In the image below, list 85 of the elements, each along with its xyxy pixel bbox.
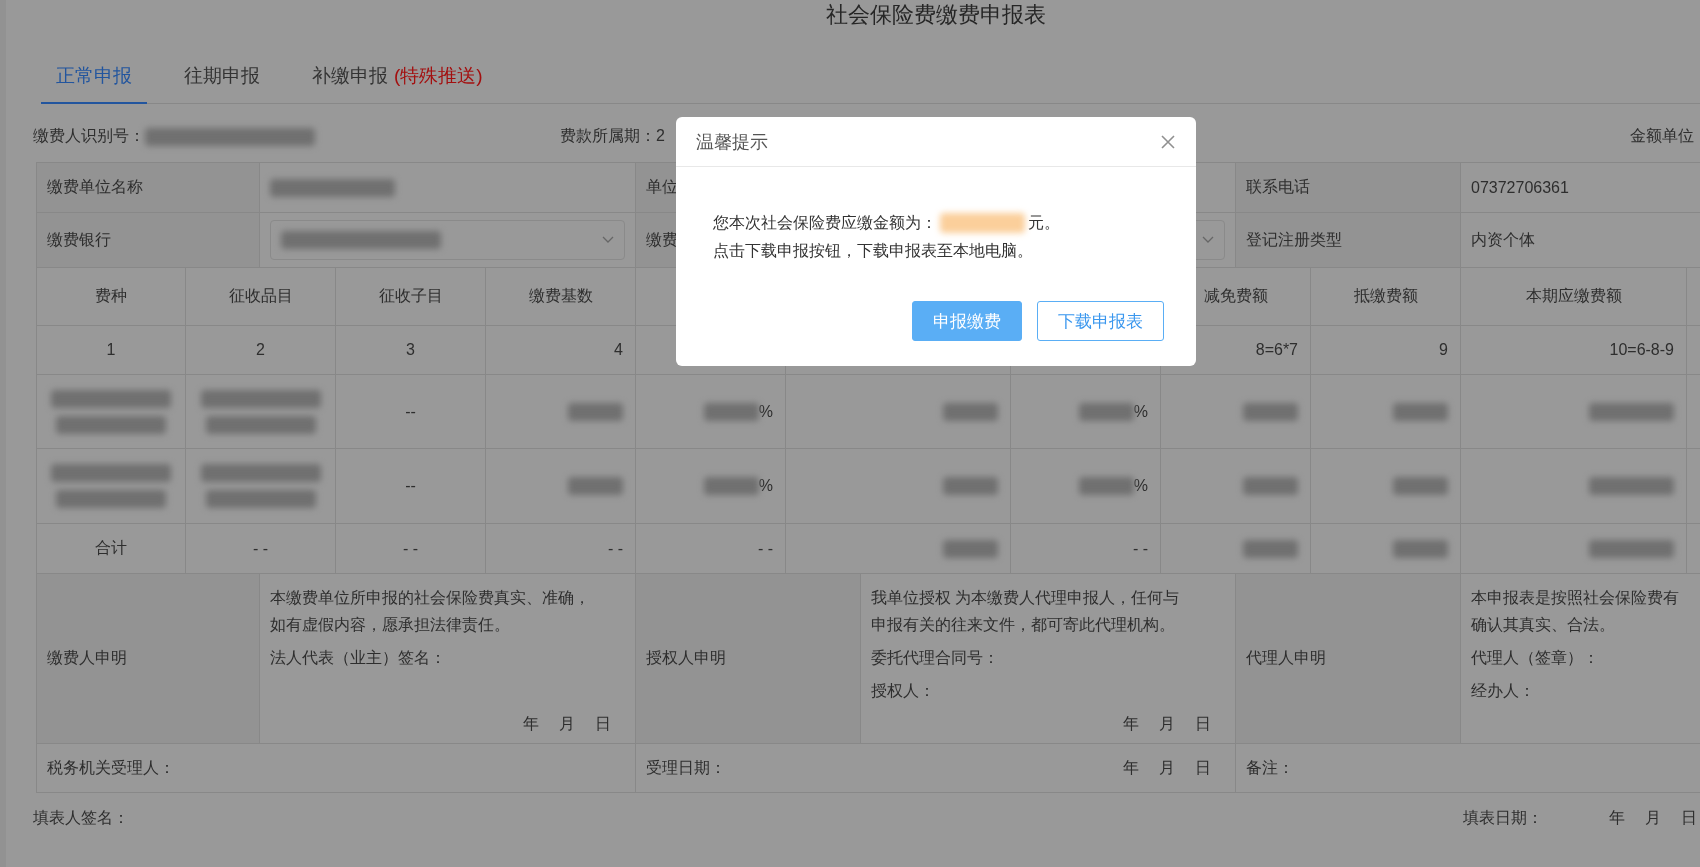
column-header: 抵缴费额 <box>1311 268 1461 326</box>
close-icon[interactable] <box>1160 133 1176 150</box>
chevron-down-icon <box>1202 236 1214 244</box>
redacted-value <box>943 402 998 421</box>
redacted-value <box>703 402 759 421</box>
dialog-title: 温馨提示 <box>696 130 768 154</box>
field-label: 联系电话 <box>1236 163 1461 213</box>
redacted-value <box>1243 402 1298 421</box>
download-button[interactable]: 下载申报表 <box>1037 301 1164 341</box>
column-index: 9 <box>1311 326 1461 375</box>
field-value: 07372706361 <box>1461 163 1700 213</box>
percent-sign: % <box>758 402 773 421</box>
percent-sign: % <box>1133 477 1148 495</box>
date-label: 日 <box>1681 807 1697 828</box>
redacted-value <box>1243 477 1298 495</box>
field-label: 缴费单位名称 <box>37 163 260 213</box>
amount-unit-label: 金额单位 <box>1630 126 1694 146</box>
redacted-value <box>1078 477 1134 495</box>
field-label: 缴费银行 <box>37 213 260 268</box>
column-index: 4 <box>486 326 636 375</box>
percent-sign: % <box>1133 402 1148 421</box>
column-index: 3 <box>336 326 486 375</box>
column-header: 本期应缴费额 <box>1461 268 1687 326</box>
tab[interactable]: 正常申报 <box>41 50 147 104</box>
amount-unit-text: 元。 <box>1028 213 1060 233</box>
field-value: 内资个体 <box>1461 213 1700 268</box>
date-label: 日 <box>595 714 611 734</box>
fill-date-label: 填表日期： <box>1463 807 1543 828</box>
date-label: 月 <box>1159 757 1175 778</box>
redacted-value <box>943 477 998 495</box>
date-label: 年 <box>1123 714 1139 734</box>
statement-text: 本申报表是按照社会保险费有 确认其真实、合法。 <box>1471 588 1679 635</box>
column-index: 10=6-8-9 <box>1461 326 1687 375</box>
table-cell: - - <box>486 524 636 574</box>
section-label: 代理人申明 <box>1236 574 1461 744</box>
statement-text: 本缴费单位所申报的社会保险费真实、准确， 如有虚假内容，愿承担法律责任。 <box>270 588 590 635</box>
submit-button[interactable]: 申报缴费 <box>912 301 1022 341</box>
handler-label: 税务机关受理人： <box>47 757 175 778</box>
column-index: 2 <box>186 326 336 375</box>
signature-label: 授权人： <box>871 681 935 701</box>
column-header: 征收品目 <box>186 268 336 326</box>
signature-label: 代理人（签章）： <box>1471 648 1599 668</box>
date-label: 日 <box>1195 757 1211 778</box>
date-label: 月 <box>1159 714 1175 734</box>
payer-id-label: 缴费人识别号： <box>33 126 145 146</box>
filler-signature-label: 填表人签名： <box>33 808 129 826</box>
column-index: 1 <box>37 326 186 375</box>
section-label: 缴费人申明 <box>37 574 260 744</box>
redacted-value <box>943 539 998 558</box>
redacted-value <box>703 477 759 495</box>
signature-label: 委托代理合同号： <box>871 648 999 668</box>
tab[interactable]: 补缴申报 (特殊推送) <box>297 50 498 104</box>
chevron-down-icon <box>602 236 614 244</box>
column-header: 征收子目 <box>336 268 486 326</box>
dropdown-field[interactable] <box>270 220 625 260</box>
redacted-value <box>568 402 623 421</box>
date-label: 月 <box>559 714 575 734</box>
field-label: 登记注册类型 <box>1236 213 1461 268</box>
tab[interactable]: 往期申报 <box>169 50 275 104</box>
page-title: 社会保险费缴费申报表 <box>826 2 1046 27</box>
redacted-value <box>1393 539 1448 558</box>
statement-text: 我单位授权 为本缴费人代理申报人，任何与 申报有关的往来文件，都可寄此代理机构。 <box>871 588 1180 635</box>
signature-label: 经办人： <box>1471 681 1535 701</box>
table-cell: - - <box>336 524 486 574</box>
remarks-label: 备注： <box>1246 757 1294 778</box>
date-label: 年 <box>523 714 539 734</box>
redacted-value <box>1393 477 1448 495</box>
period-label: 费款所属期：2 <box>560 127 665 144</box>
table-cell: - - <box>1011 524 1161 574</box>
section-label: 授权人申明 <box>636 574 861 744</box>
redacted-value <box>1078 402 1134 421</box>
column-header: 缴费基数 <box>486 268 636 326</box>
signature-label: 法人代表（业主）签名： <box>270 648 446 668</box>
date-label: 月 <box>1645 807 1661 828</box>
redacted-value <box>1393 402 1448 421</box>
date-label: 日 <box>1195 714 1211 734</box>
redacted-value <box>1243 539 1298 558</box>
date-label: 年 <box>1609 807 1625 828</box>
date-label: 年 <box>1123 757 1139 778</box>
table-cell: -- <box>336 375 486 449</box>
acceptance-date-label: 受理日期： <box>646 757 726 778</box>
column-header: 费种 <box>37 268 186 326</box>
percent-sign: % <box>758 477 773 495</box>
table-cell: -- <box>336 449 486 524</box>
redacted-value <box>568 477 623 495</box>
